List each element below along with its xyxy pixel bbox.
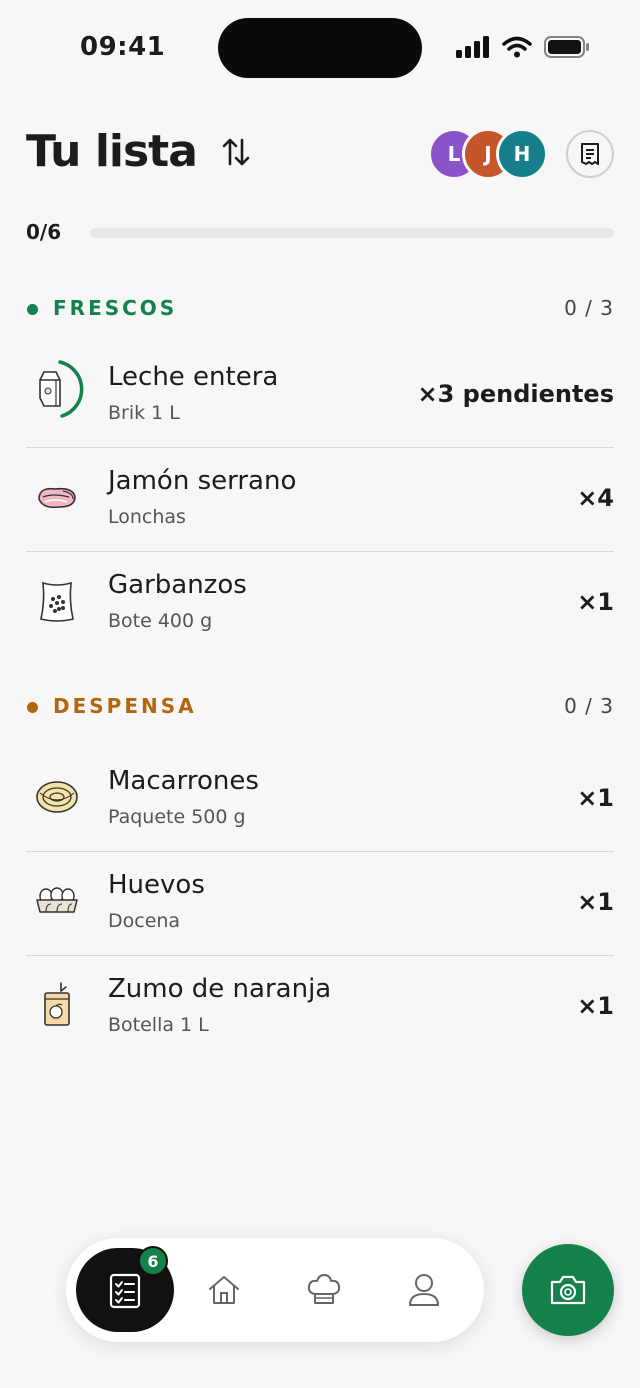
item-quantity: ×1: [577, 992, 614, 1020]
item-quantity: ×4: [577, 484, 614, 512]
progress-label: 0/6: [26, 220, 62, 244]
item-name: Leche entera: [108, 362, 279, 392]
avatar[interactable]: H: [496, 128, 548, 180]
item-detail: Paquete 500 g: [108, 806, 246, 828]
section-title: DESPENSA: [53, 694, 197, 718]
section-count: 0 / 3: [564, 694, 614, 718]
egg-carton-icon: [30, 874, 84, 928]
receipt-icon: [581, 143, 599, 165]
list-icon: [109, 1273, 141, 1309]
nav-profile-button[interactable]: [382, 1248, 466, 1332]
list-count-badge: 6: [138, 1246, 168, 1276]
status-time: 09:41: [80, 32, 166, 62]
wifi-icon: [502, 36, 532, 58]
section-despensa: DESPENSA 0 / 3 Macarrones Paquete 500 g …: [26, 692, 614, 1060]
chickpea-bag-icon: [30, 574, 84, 628]
progress-bar: [90, 228, 614, 238]
item-quantity: ×1: [577, 588, 614, 616]
list-item[interactable]: Huevos Docena ×1: [26, 852, 614, 956]
item-detail: Docena: [108, 910, 181, 932]
item-quantity: ×1: [577, 888, 614, 916]
list-progress: 0/6: [26, 218, 614, 246]
sort-button[interactable]: [218, 134, 254, 170]
item-detail: Brik 1 L: [108, 402, 180, 424]
page-title: Tu lista: [26, 126, 198, 177]
pasta-nest-icon: [30, 770, 84, 824]
item-quantity: ×1: [577, 784, 614, 812]
section-count: 0 / 3: [564, 296, 614, 320]
list-item[interactable]: Zumo de naranja Botella 1 L ×1: [26, 956, 614, 1060]
list-item[interactable]: Macarrones Paquete 500 g ×1: [26, 748, 614, 852]
section-frescos: FRESCOS 0 / 3 Leche entera Brik 1 L ×3 p…: [26, 294, 614, 656]
item-detail: Botella 1 L: [108, 1014, 209, 1036]
section-dot: [27, 702, 38, 713]
bottom-nav: 6: [66, 1238, 484, 1342]
shared-users[interactable]: L J H: [428, 128, 548, 180]
ham-slices-icon: [30, 470, 84, 524]
scan-camera-button[interactable]: [522, 1244, 614, 1336]
list-item[interactable]: Garbanzos Bote 400 g ×1: [26, 552, 614, 656]
item-quantity: ×3 pendientes: [417, 380, 614, 408]
status-icons: [456, 36, 590, 58]
list-item[interactable]: Jamón serrano Lonchas ×4: [26, 448, 614, 552]
section-title: FRESCOS: [53, 296, 178, 320]
section-dot: [27, 304, 38, 315]
section-header: FRESCOS 0 / 3: [26, 294, 614, 324]
nav-list-button[interactable]: 6: [76, 1246, 174, 1332]
nav-recipes-button[interactable]: [282, 1248, 366, 1332]
receipt-button[interactable]: [566, 130, 614, 178]
item-name: Jamón serrano: [108, 466, 297, 496]
home-icon: [209, 1276, 239, 1304]
item-name: Huevos: [108, 870, 205, 900]
list-item[interactable]: Leche entera Brik 1 L ×3 pendientes: [26, 344, 614, 448]
dynamic-island: [218, 18, 422, 78]
section-header: DESPENSA 0 / 3: [26, 692, 614, 722]
chef-hat-icon: [307, 1274, 341, 1304]
camera-icon: [550, 1275, 586, 1305]
header: Tu lista L J H: [26, 120, 614, 190]
item-name: Macarrones: [108, 766, 259, 796]
item-name: Garbanzos: [108, 570, 247, 600]
avatar-initial: L: [447, 142, 461, 166]
status-bar: 09:41: [0, 0, 640, 96]
battery-icon: [544, 36, 589, 58]
sort-arrows-icon: [222, 138, 250, 166]
item-detail: Lonchas: [108, 506, 186, 528]
item-name: Zumo de naranja: [108, 974, 332, 1004]
profile-icon: [409, 1274, 439, 1306]
avatar-initial: H: [513, 142, 531, 166]
item-detail: Bote 400 g: [108, 610, 213, 632]
juice-box-icon: [30, 978, 84, 1032]
avatar-initial: J: [484, 142, 492, 166]
nav-home-button[interactable]: [182, 1248, 266, 1332]
signal-icon: [456, 36, 489, 58]
milk-carton-icon: [30, 360, 84, 420]
